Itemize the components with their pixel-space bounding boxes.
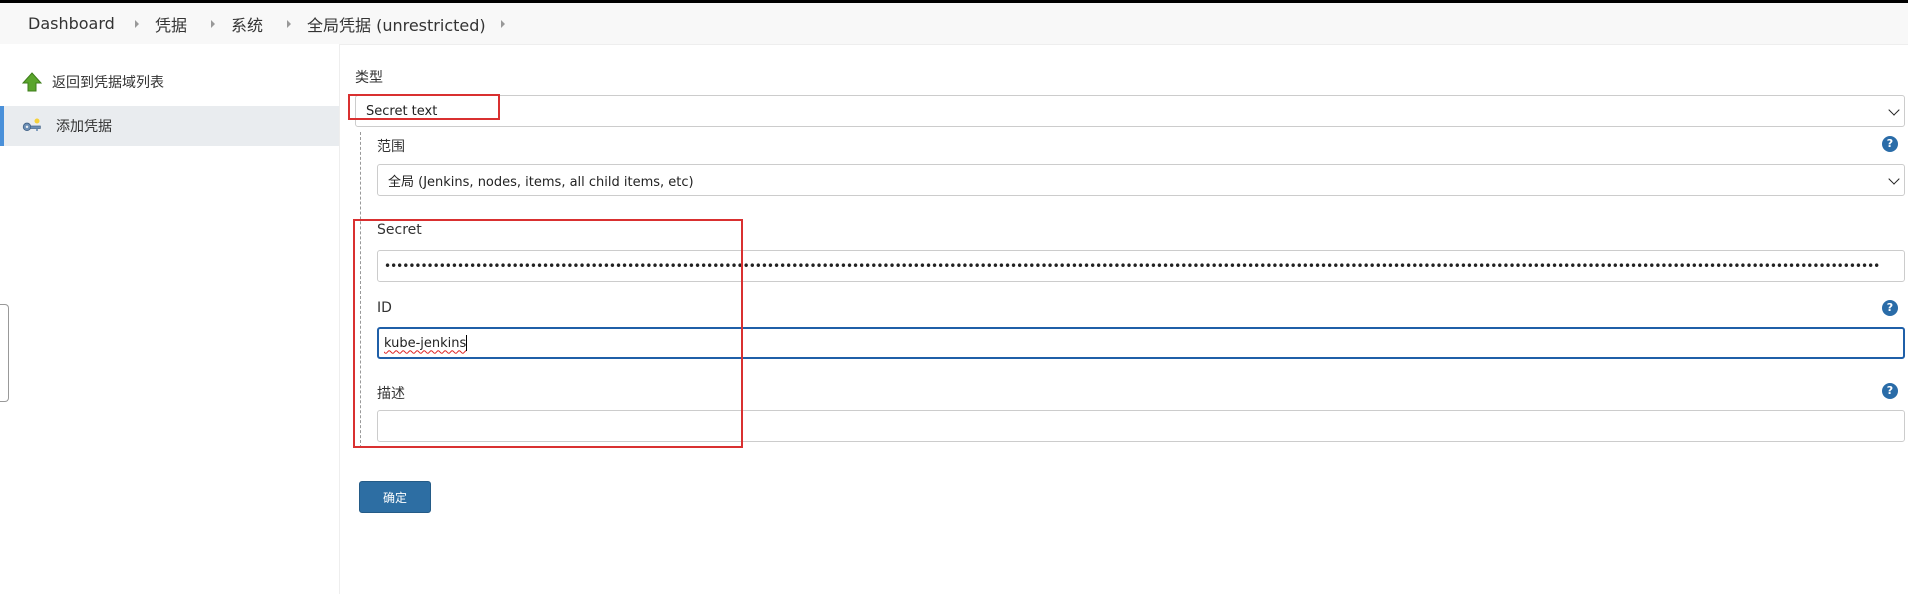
breadcrumb-separator-icon — [287, 19, 291, 28]
breadcrumb-separator-icon — [501, 19, 505, 28]
submit-button[interactable]: 确定 — [359, 481, 431, 513]
breadcrumb-system[interactable]: 系统 — [231, 12, 263, 36]
chevron-down-icon — [1888, 173, 1900, 185]
breadcrumb: Dashboard 凭据 系统 全局凭据 (unrestricted) — [0, 3, 1908, 45]
breadcrumb-global-credentials[interactable]: 全局凭据 (unrestricted) — [307, 12, 486, 36]
annotation-box-kind — [348, 94, 500, 120]
id-help-icon[interactable]: ? — [1882, 300, 1898, 316]
breadcrumb-separator-icon — [135, 19, 139, 28]
scope-select-value: 全局 (Jenkins, nodes, items, all child ite… — [388, 174, 694, 190]
annotation-box-fields — [353, 219, 743, 448]
chevron-down-icon — [1888, 104, 1900, 116]
sidebar-item-label: 添加凭据 — [56, 119, 112, 135]
kind-select[interactable]: Secret text — [355, 95, 1905, 127]
sidebar: 返回到凭据域列表 添加凭据 — [0, 44, 340, 594]
breadcrumb-dashboard[interactable]: Dashboard — [28, 14, 115, 33]
description-help-icon[interactable]: ? — [1882, 383, 1898, 399]
sidebar-item-add-credentials[interactable]: 添加凭据 — [0, 106, 339, 146]
green-up-arrow-icon — [22, 72, 42, 92]
scope-label: 范围 — [377, 139, 405, 155]
scope-help-icon[interactable]: ? — [1882, 136, 1898, 152]
kind-label: 类型 — [355, 70, 383, 86]
sidebar-item-label: 返回到凭据域列表 — [52, 75, 164, 91]
scope-select[interactable]: 全局 (Jenkins, nodes, items, all child ite… — [377, 164, 1905, 196]
key-icon — [22, 118, 41, 131]
breadcrumb-separator-icon — [211, 19, 215, 28]
breadcrumb-credentials[interactable]: 凭据 — [155, 12, 187, 36]
sidebar-item-back-to-domains[interactable]: 返回到凭据域列表 — [0, 62, 339, 102]
side-panel-handle[interactable] — [0, 304, 9, 402]
